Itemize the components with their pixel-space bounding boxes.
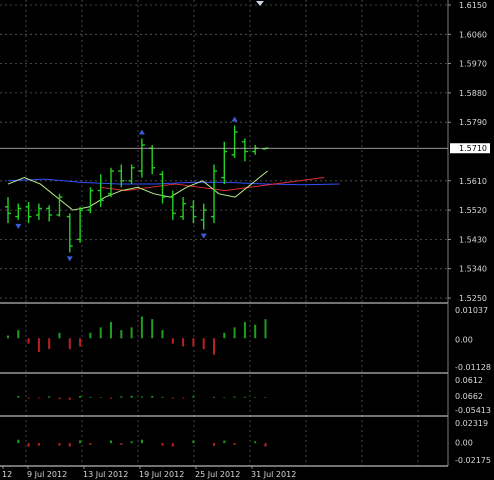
time-axis-label: 13 Jul 2012 (83, 470, 128, 479)
indicator-axis-label: -0.01128 (455, 363, 491, 372)
price-axis-label: 1.5790 (459, 118, 487, 127)
price-axis-label: 1.5970 (459, 60, 487, 69)
current-price-label: 1.5710 (459, 144, 487, 153)
indicator-axis-label: 0.00 (455, 439, 473, 448)
price-axis-label: 1.6150 (459, 1, 487, 10)
indicator-axis-label: 0.01037 (455, 306, 488, 315)
price-axis-label: 1.5880 (459, 89, 487, 98)
time-axis-label: 19 Jul 2012 (139, 470, 184, 479)
indicator-axis-label: -0.02175 (455, 456, 491, 465)
indicator-axis-label: 0.00 (455, 336, 473, 345)
price-axis-label: 1.5250 (459, 294, 487, 303)
trading-chart-window[interactable]: 1.6150 1.6060 1.5970 1.5880 1.5790 1.5610 1.55… (0, 0, 494, 480)
time-axis-label: 12 (2, 470, 12, 479)
time-axis-label: 31 Jul 2012 (251, 470, 296, 479)
indicator-axis-label: -0.05413 (455, 406, 491, 415)
time-axis-label: 9 Jul 2012 (27, 470, 67, 479)
indicator-axis-label: 0.02319 (455, 419, 488, 428)
indicator-axis-label: 0.0612 (455, 376, 483, 385)
price-axis-label: 1.5430 (459, 235, 487, 244)
indicator-axis-label: 0.0662 (455, 392, 483, 401)
chart-background (0, 0, 494, 480)
price-axis-label: 1.6060 (459, 30, 487, 39)
price-axis-label: 1.5340 (459, 265, 487, 274)
price-axis-label: 1.5520 (459, 206, 487, 215)
time-axis-label: 25 Jul 2012 (195, 470, 240, 479)
price-axis-label: 1.5610 (459, 177, 487, 186)
